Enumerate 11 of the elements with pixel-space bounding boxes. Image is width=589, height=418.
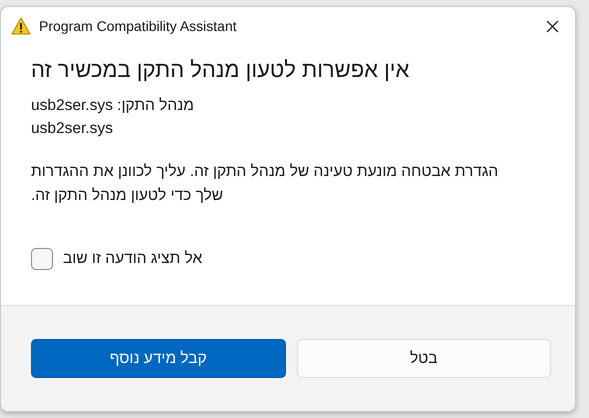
window-title: Program Compatibility Assistant [39,18,238,34]
checkbox[interactable] [31,248,53,270]
more-info-button[interactable]: קבל מידע נוסף [31,339,286,378]
warning-icon [11,17,31,35]
dialog-heading: אין אפשרות לטעון מנהל התקן במכשיר זה [31,57,410,83]
detail-text: usb2ser.sys [31,119,114,139]
close-icon [546,20,558,32]
checkbox-label: אל תציג הודעה זו שוב [63,250,202,268]
cancel-button[interactable]: בטל [296,339,551,378]
detail-text: מנהל התקן: usb2ser.sys [31,96,195,116]
message-text: הגדרת אבטחה מונעת טעינה של מנהל התקן זה. עליך לכוונן את ההגדרות שלך כדי לטעון מנהל התקן זה. [31,162,500,206]
